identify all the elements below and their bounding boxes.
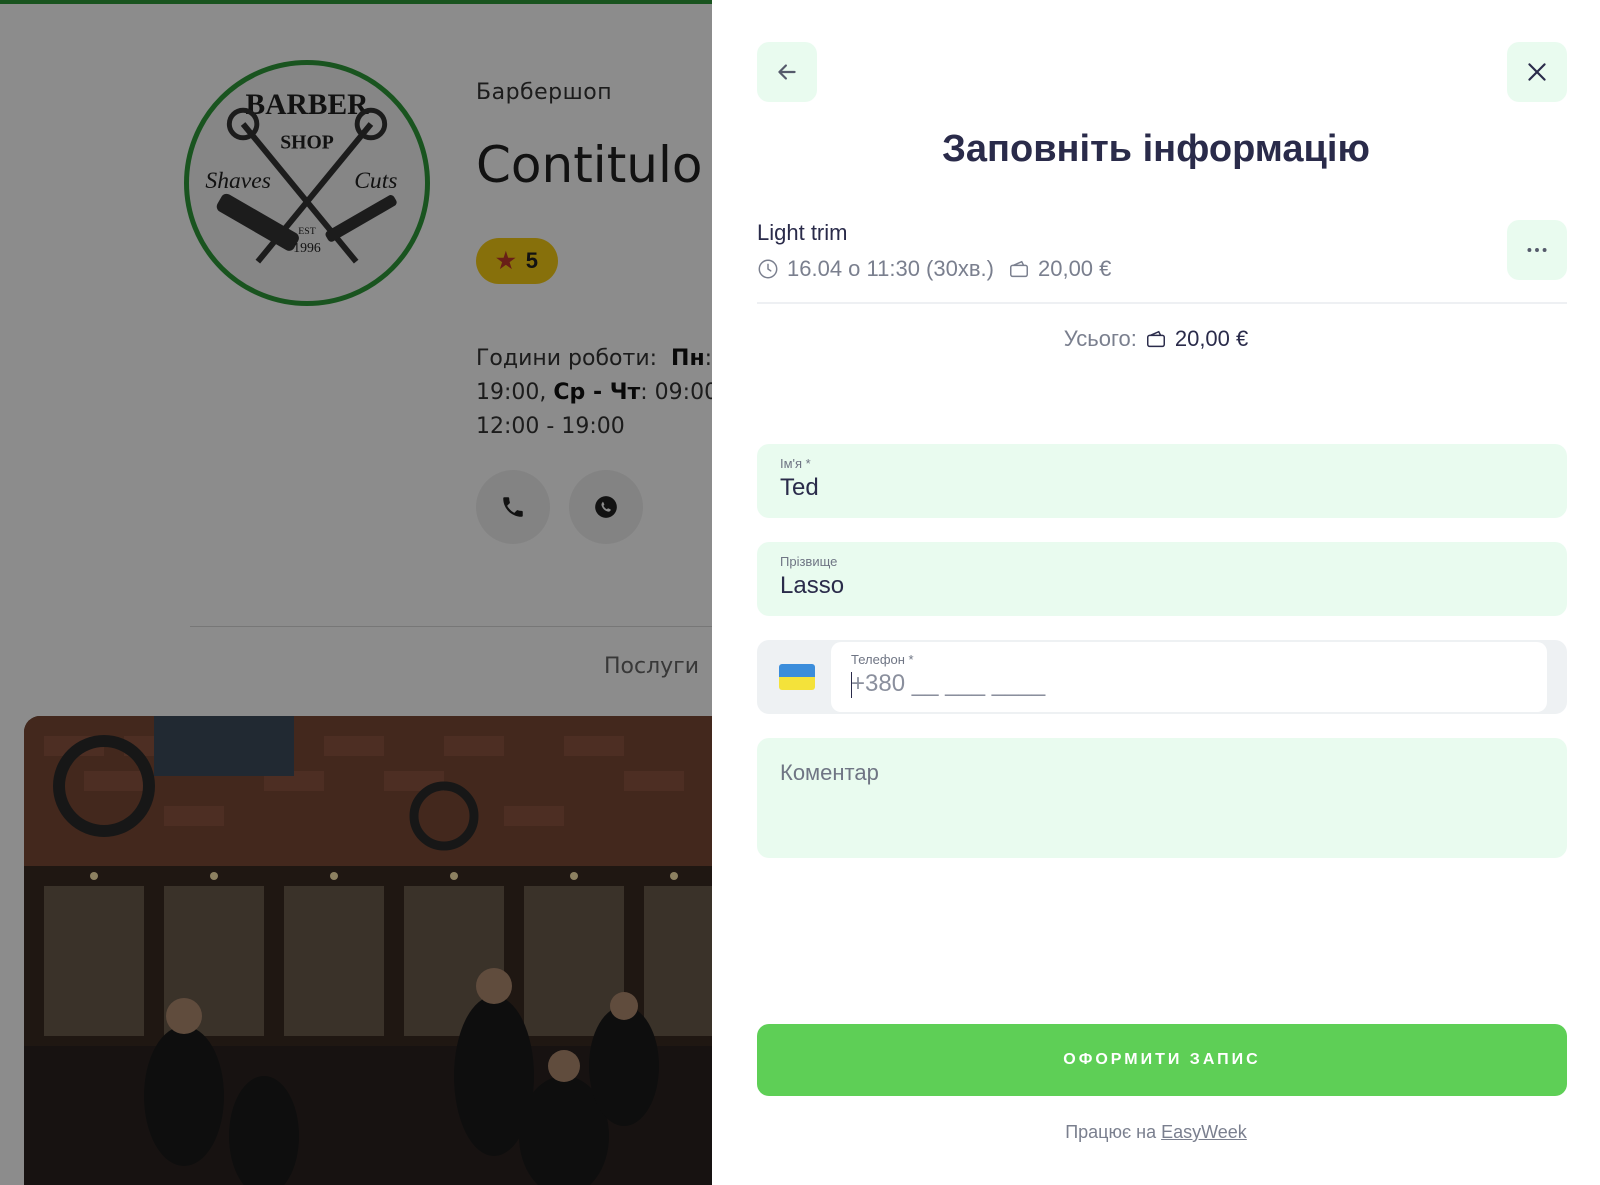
- powered-by-prefix: Працює на: [1065, 1122, 1157, 1142]
- last-name-field[interactable]: Прізвище Lasso: [757, 542, 1567, 616]
- service-meta: 16.04 о 11:30 (30хв.) 20,00 €: [757, 256, 1567, 282]
- clock-icon: [758, 259, 778, 279]
- phone-field: Телефон * +380 __ ___ ____: [757, 640, 1567, 714]
- phone-label: Телефон *: [851, 652, 914, 667]
- first-name-field[interactable]: Ім'я * Ted: [757, 444, 1567, 518]
- selected-service: Light trim 16.04 о 11:30 (30хв.) 20,00 €: [757, 220, 1567, 282]
- phone-input[interactable]: Телефон * +380 __ ___ ____: [831, 642, 1547, 712]
- first-name-value[interactable]: Ted: [780, 474, 819, 502]
- service-datetime: 16.04 о 11:30 (30хв.): [787, 256, 994, 281]
- last-name-value[interactable]: Lasso: [780, 572, 844, 600]
- page-title: Заповніть інформацію: [942, 128, 1370, 170]
- total-label: Усього:: [1063, 326, 1137, 351]
- modal-backdrop[interactable]: [0, 0, 712, 1185]
- powered-by: Працює на EasyWeek: [712, 1122, 1600, 1143]
- easyweek-link[interactable]: EasyWeek: [1161, 1122, 1247, 1142]
- text-caret: [851, 672, 852, 698]
- service-divider: [757, 302, 1567, 304]
- last-name-label: Прізвище: [780, 554, 838, 569]
- service-options-button[interactable]: [1507, 220, 1567, 280]
- submit-booking-button[interactable]: ОФОРМИТИ ЗАПИС: [757, 1024, 1567, 1096]
- business-page: BARBER SHOP Shaves Cuts EST 1996 Барберш…: [0, 0, 712, 1185]
- first-name-label: Ім'я *: [780, 456, 811, 471]
- more-icon: [1527, 248, 1547, 252]
- service-price: 20,00 €: [1037, 256, 1112, 281]
- arrow-left-icon: [778, 64, 796, 80]
- total-amount: 20,00 €: [1174, 326, 1249, 351]
- close-icon: [1528, 63, 1546, 81]
- ukraine-flag-icon[interactable]: [779, 664, 815, 690]
- booking-drawer: Заповніть інформацію Light trim 16.04 о …: [712, 0, 1600, 1185]
- wallet-icon: [1010, 260, 1028, 278]
- service-name: Light trim: [757, 220, 848, 245]
- close-button[interactable]: [1507, 42, 1567, 102]
- phone-placeholder: +380 __ ___ ____: [851, 670, 1046, 697]
- comment-placeholder: Коментар: [780, 760, 879, 785]
- total-summary: Усього: 20,00 €: [712, 326, 1600, 352]
- wallet-icon: [1146, 330, 1165, 348]
- comment-field[interactable]: Коментар: [757, 738, 1567, 858]
- back-button[interactable]: [757, 42, 817, 102]
